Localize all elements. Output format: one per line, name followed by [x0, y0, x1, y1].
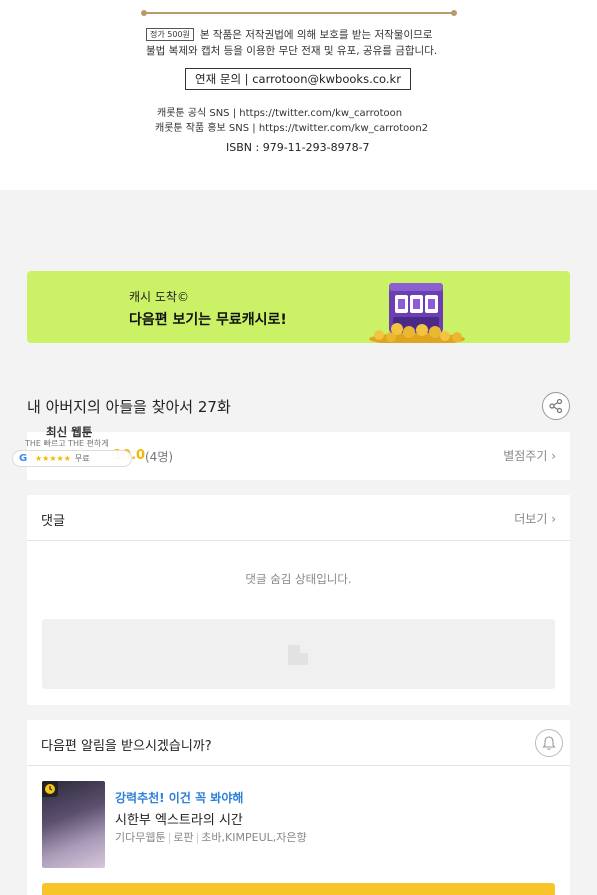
share-icon [549, 398, 563, 414]
recommended-title[interactable]: 시한부 엑스트라의 시간 [115, 809, 243, 828]
google-icon: G [19, 453, 28, 464]
comment-title: 댓글 [41, 514, 65, 529]
next-episode-notify-card: 다음편 알림을 받으시겠습니까? 강력추천! 이건 꼭 봐야해 시한부 엑스트라… [27, 720, 570, 895]
contact-info: 연재 문의 | carrotoon@kwbooks.co.kr [185, 68, 411, 90]
free-cash-banner[interactable]: 캐시 도착© 다음편 보기는 무료캐시로! [27, 271, 570, 343]
divider-line [141, 10, 457, 16]
episode-title: 내 아버지의 아들을 찾아서 27화 [27, 398, 231, 416]
rate-button[interactable]: 별점주기 › [503, 447, 556, 464]
copyright-text-1: 본 작품은 저작권법에 의해 보호를 받는 저작물이므로 [199, 29, 433, 41]
recommended-thumbnail[interactable] [42, 781, 105, 868]
comment-input[interactable] [42, 619, 555, 689]
meta-platform: 기다무웹툰 [115, 831, 166, 844]
notify-bell-button[interactable] [535, 729, 563, 757]
isbn: ISBN : 979-11-293-8978-7 [226, 141, 370, 154]
rating-count: (4명) [145, 450, 174, 464]
widget-pill-label: 무료 [74, 454, 90, 463]
copyright-notice-line2: 불법 복제와 캡처 등을 이용한 무단 전재 및 유포, 공유를 금합니다. [146, 45, 438, 57]
banner-subtitle: 캐시 도착© [129, 290, 189, 304]
copyright-section: 정가 500원 본 작품은 저작권법에 의해 보호를 받는 저작물이므로 불법 복… [0, 0, 597, 190]
recommend-tag: 강력추천! 이건 꼭 봐야해 [115, 791, 244, 805]
wait-free-clock-icon [42, 781, 58, 797]
recommended-meta: 기다무웹툰 | 로판 | 초바,KIMPEUL,자은향 [115, 831, 307, 844]
recommend-action-button[interactable] [42, 883, 555, 895]
latest-webtoon-widget[interactable]: 최신 웹툰 THE 빠르고 THE 편하게 G ★★★★★ 무료 [12, 422, 132, 468]
comment-section: 댓글 더보기 › 댓글 숨김 상태입니다. [27, 495, 570, 705]
comment-more-button[interactable]: 더보기 › [514, 510, 556, 527]
notify-question: 다음편 알림을 받으시겠습니까? [41, 739, 212, 754]
widget-pill[interactable]: G ★★★★★ 무료 [12, 450, 132, 467]
banner-title: 다음편 보기는 무료캐시로! [129, 312, 287, 328]
share-button[interactable] [542, 392, 570, 420]
copyright-notice-line1: 정가 500원 본 작품은 저작권법에 의해 보호를 받는 저작물이므로 [146, 27, 432, 42]
slot-machine-icon [369, 283, 465, 343]
image-placeholder-icon [288, 645, 308, 665]
widget-stars: ★★★★★ [35, 454, 71, 463]
promo-sns-link[interactable]: 캐롯툰 작품 홍보 SNS | https://twitter.com/kw_c… [155, 119, 428, 134]
meta-authors: 초바,KIMPEUL,자은향 [201, 831, 307, 844]
meta-genre: 로판 [173, 831, 194, 844]
comment-header: 댓글 더보기 › [27, 495, 570, 541]
comment-hidden-message: 댓글 숨김 상태입니다. [245, 572, 352, 586]
notify-header: 다음편 알림을 받으시겠습니까? [27, 720, 570, 766]
price-tag: 정가 500원 [146, 28, 194, 41]
official-sns-link[interactable]: 캐롯툰 공식 SNS | https://twitter.com/kw_carr… [157, 104, 402, 119]
widget-subtitle: THE 빠르고 THE 편하게 [25, 439, 109, 448]
bell-icon [542, 736, 556, 750]
